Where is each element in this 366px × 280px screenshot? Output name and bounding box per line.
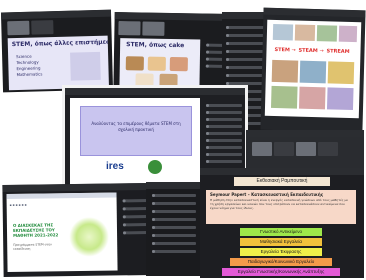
slide-title: STEM, όπως άλλες επιστήμες: <box>11 38 109 49</box>
ires-logo: ires <box>106 161 124 172</box>
photo <box>338 25 358 43</box>
photo <box>327 61 355 85</box>
slide-word: Engineering <box>16 65 41 72</box>
slide-card: Αναλύοντας τα επιμέρους θέματα STEM στη … <box>80 106 192 156</box>
notes-box-text: Η μάθηση στην κατασκευαστική είναι η ενε… <box>210 198 348 210</box>
slide-illustration <box>70 51 101 81</box>
photo <box>270 85 298 109</box>
concept-bar: Γνωστικό Αντικείμενο <box>240 228 322 236</box>
shared-slide: ▪ ▪ ▪ ▪ ▪ ▪ Ο ΔΙΑΣΚΕΚΑΣ ΤΗΣ ΕΚΠΑΙΔΕΥΣΗΣ … <box>6 192 118 272</box>
slide-small-text: ▪ ▪ ▪ ▪ ▪ ▪ <box>9 202 27 207</box>
photo <box>316 25 338 42</box>
concept-bar: Μαθησιακά Εργαλεία <box>240 238 322 246</box>
participant-video <box>118 21 141 36</box>
window-titlebar <box>65 88 245 95</box>
slide-subtitle: Προγράμματα STEM στην εκπαίδευση <box>13 242 52 251</box>
participant-row <box>152 202 196 205</box>
participant-row <box>206 146 242 149</box>
participant-row <box>152 226 196 229</box>
window-titlebar <box>146 182 206 189</box>
photo <box>272 23 294 41</box>
photo <box>326 87 354 111</box>
participant-row <box>206 139 242 142</box>
participant-row <box>206 125 242 128</box>
zoom-window-1[interactable]: STEM, όπως άλλες επιστήμες: Science Tech… <box>0 9 114 93</box>
slide-text: Αναλύοντας τα επιμέρους θέματα STEM στη … <box>91 121 181 132</box>
slide-arrow: → <box>291 47 296 54</box>
concept-bar: Εργαλείο Γνωστικής/Κοινωνικής Ανάπτυξης <box>222 268 340 276</box>
participant-row <box>152 250 196 253</box>
partner-logo <box>148 160 162 174</box>
zoom-window-2[interactable]: STEM, όπως cake <box>113 11 233 97</box>
photo <box>271 59 299 83</box>
concept-bar: Παιδαγωγικό/Κοινωνικό Εργαλείο <box>230 258 332 266</box>
concept-bar: Εργαλεία Έκφρασης <box>240 248 322 256</box>
slide-title: Ο ΔΙΑΣΚΕΚΑΣ ΤΗΣ ΕΚΠΑΙΔΕΥΣΗΣ ΤΟΥ ΜΑΘΗΤΗ 2… <box>12 222 59 238</box>
photo <box>298 86 326 110</box>
participant-row <box>206 118 242 121</box>
participant-video <box>252 142 272 156</box>
photo <box>294 24 316 42</box>
participant-video <box>296 142 316 156</box>
slide-word: Science <box>16 53 32 60</box>
zoom-window-7[interactable]: ▪ ▪ ▪ ▪ ▪ ▪ Ο ΔΙΑΣΚΕΚΑΣ ΤΗΣ ΕΚΠΑΙΔΕΥΣΗΣ … <box>2 182 154 278</box>
participant-row <box>206 153 242 156</box>
participant-video <box>31 20 54 35</box>
participant-row <box>226 26 266 29</box>
slide-label: STEM <box>274 46 290 54</box>
participant-row <box>226 34 266 37</box>
slide-label: STEAM <box>298 47 318 55</box>
participant-row <box>152 194 196 197</box>
participant-row <box>152 218 196 221</box>
shared-slide: STEM → STEAM → STREAM <box>264 19 362 119</box>
participant-video <box>7 20 30 36</box>
participant-row <box>226 66 266 69</box>
window-titlebar <box>200 168 364 175</box>
participant-row <box>206 160 242 163</box>
window-titlebar <box>0 9 112 20</box>
window-titlebar <box>263 7 366 18</box>
notes-box: Seymour Papert – Κατασκευαστική Εκπαιδευ… <box>206 190 356 224</box>
participant-row <box>226 42 266 45</box>
cake-image <box>169 56 188 72</box>
participant-video <box>142 21 165 36</box>
slide-word: Mathematics <box>16 71 43 78</box>
participant-row <box>122 199 149 203</box>
window-titlebar <box>114 11 233 22</box>
slide-title: STEM, όπως cake <box>126 41 185 50</box>
participant-row <box>122 215 149 219</box>
slide-header-bar <box>6 192 117 199</box>
participant-row <box>152 234 196 237</box>
shared-slide: Αναλύοντας τα επιμέρους θέματα STEM στη … <box>70 98 200 186</box>
participant-row <box>206 132 242 135</box>
photo <box>299 60 327 84</box>
slide-illustration <box>68 216 110 258</box>
participant-row <box>226 58 266 61</box>
participant-row <box>122 207 149 211</box>
participant-row <box>206 104 242 107</box>
participant-row <box>206 111 242 114</box>
notes-box-title: Seymour Papert – Κατασκευαστική Εκπαιδευ… <box>210 192 324 197</box>
slide-arrow: → <box>319 48 324 55</box>
participant-row <box>226 74 266 77</box>
participant-row <box>152 242 196 245</box>
participant-row <box>226 50 266 53</box>
zoom-window-8[interactable] <box>146 182 206 276</box>
participant-video <box>318 142 338 156</box>
shared-slide: STEM, όπως άλλες επιστήμες: Science Tech… <box>7 35 109 91</box>
slide-word: Technology <box>16 59 39 66</box>
slide-label: STREAM <box>326 48 350 55</box>
window-titlebar <box>2 182 153 193</box>
window-titlebar <box>246 130 364 137</box>
participant-video <box>274 142 294 156</box>
zoom-window-4[interactable]: STEM → STEAM → STREAM <box>260 7 366 133</box>
shared-slide: STEM, όπως cake <box>119 38 201 92</box>
notes-title: Εκθεσιακή Ραμπουτική <box>234 177 330 186</box>
cake-image <box>125 56 144 71</box>
zoom-window-9[interactable]: Εκθεσιακή Ραμπουτική Seymour Papert – Κα… <box>200 168 364 278</box>
participant-row <box>152 210 196 213</box>
cake-image <box>147 56 166 71</box>
